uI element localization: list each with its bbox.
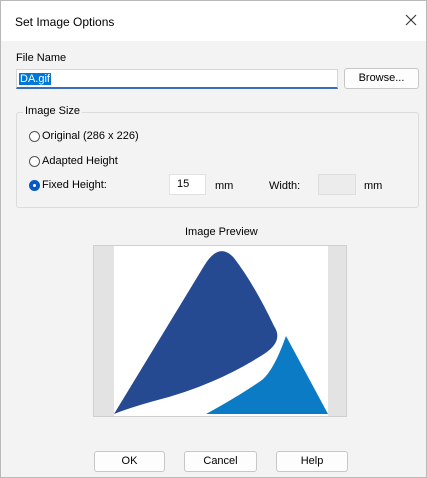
width-label: Width:: [269, 180, 301, 192]
title-bar: Set Image Options: [1, 1, 426, 41]
browse-button[interactable]: Browse...: [344, 68, 419, 89]
file-name-label: File Name: [16, 52, 67, 64]
set-image-options-dialog: Set Image Options File Name DA.gif Brows…: [0, 0, 427, 478]
image-preview-frame: [93, 245, 347, 417]
close-icon[interactable]: [402, 11, 420, 29]
radio-adapted-height[interactable]: [29, 156, 40, 167]
radio-original-label[interactable]: Original (286 x 226): [42, 130, 139, 142]
radio-fixed-height-label[interactable]: Fixed Height:: [42, 179, 107, 191]
width-input: [318, 174, 356, 195]
dialog-title: Set Image Options: [15, 15, 115, 29]
image-preview: [114, 246, 328, 416]
help-button[interactable]: Help: [276, 451, 348, 472]
radio-adapted-height-label[interactable]: Adapted Height: [42, 155, 118, 167]
file-name-value: DA.gif: [19, 73, 51, 85]
fixed-height-input[interactable]: 15: [169, 174, 206, 195]
radio-original[interactable]: [29, 131, 40, 142]
logo-image: [114, 251, 328, 414]
ok-button[interactable]: OK: [94, 451, 165, 472]
cancel-button[interactable]: Cancel: [184, 451, 257, 472]
file-name-input[interactable]: DA.gif: [16, 69, 338, 89]
height-unit-label: mm: [215, 180, 234, 192]
width-unit-label: mm: [364, 180, 383, 192]
image-preview-label: Image Preview: [185, 226, 258, 238]
radio-fixed-height[interactable]: [29, 180, 40, 191]
image-size-group-label: Image Size: [23, 105, 83, 117]
